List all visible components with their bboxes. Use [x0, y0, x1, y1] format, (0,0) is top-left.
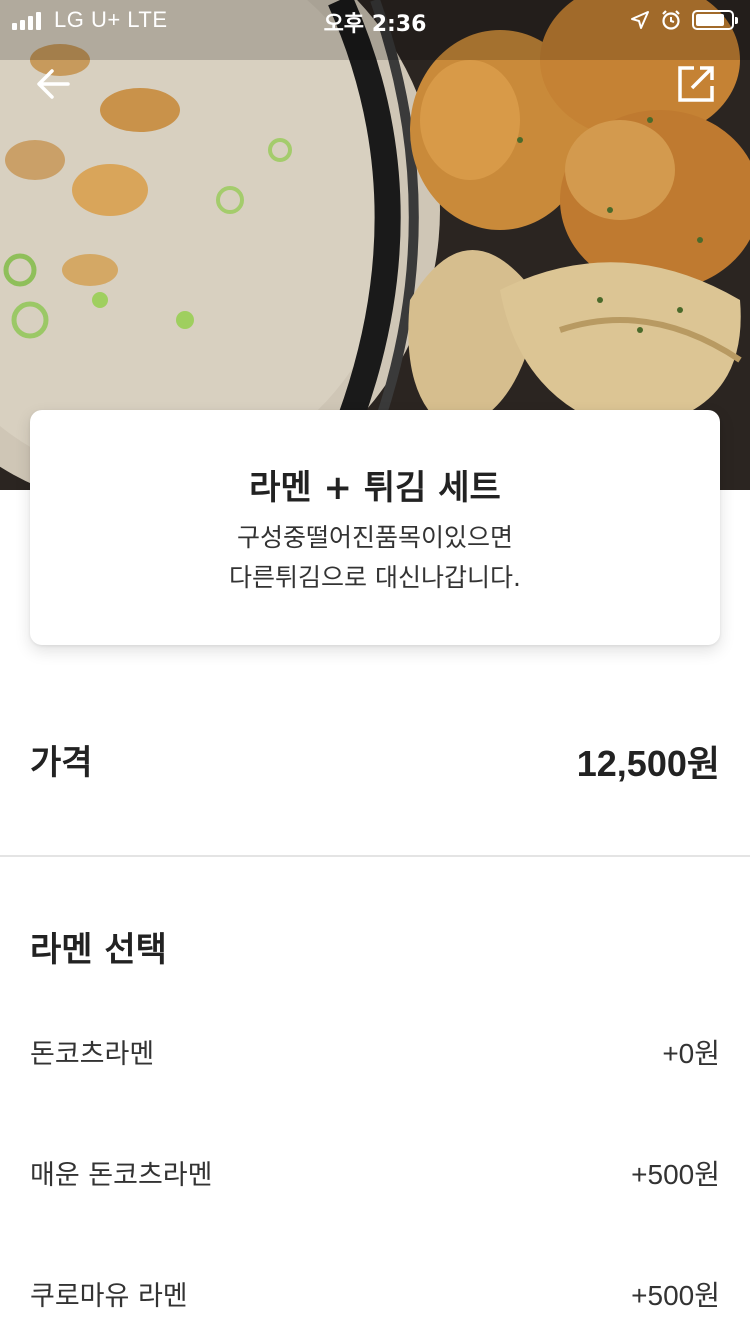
status-icons: [630, 9, 738, 31]
option-item[interactable]: 쿠로마유 라멘 +500원: [30, 1274, 720, 1324]
menu-description-line: 다른튀김으로 대신나갑니다.: [229, 563, 521, 592]
section-divider: [0, 855, 750, 857]
option-name: 쿠로마유 라멘: [30, 1281, 188, 1312]
option-price: +500원: [631, 1280, 720, 1311]
location-arrow-icon: [631, 11, 649, 29]
option-name: 돈코츠라멘: [30, 1039, 155, 1070]
price-row: 가격 12,500원: [30, 735, 720, 789]
option-group-title: 라멘 선택: [30, 930, 167, 970]
option-item[interactable]: 매운 돈코츠라멘 +500원: [30, 1153, 720, 1203]
option-price: +500원: [631, 1159, 720, 1190]
back-button[interactable]: [32, 62, 76, 106]
share-button[interactable]: [674, 62, 718, 106]
menu-title: 라멘 + 튀김 세트: [249, 468, 501, 508]
menu-description: 구성중떨어진품목이있으면 다른튀김으로 대신나갑니다.: [30, 518, 720, 598]
option-item[interactable]: 돈코츠라멘 +0원: [30, 1032, 720, 1082]
option-price: +0원: [662, 1038, 720, 1069]
menu-info-card: 라멘 + 튀김 세트 구성중떨어진품목이있으면 다른튀김으로 대신나갑니다.: [30, 410, 720, 645]
battery-icon: [692, 10, 738, 30]
option-name: 매운 돈코츠라멘: [30, 1160, 213, 1191]
arrow-left-icon: [37, 69, 70, 99]
price-value: 12,500원: [576, 743, 720, 784]
price-label: 가격: [30, 743, 93, 783]
status-bar: LG U+ LTE 오후 2:36: [0, 0, 750, 40]
alarm-clock-icon: [662, 10, 680, 30]
share-external-icon: [678, 66, 714, 102]
menu-description-line: 구성중떨어진품목이있으면: [236, 523, 513, 552]
